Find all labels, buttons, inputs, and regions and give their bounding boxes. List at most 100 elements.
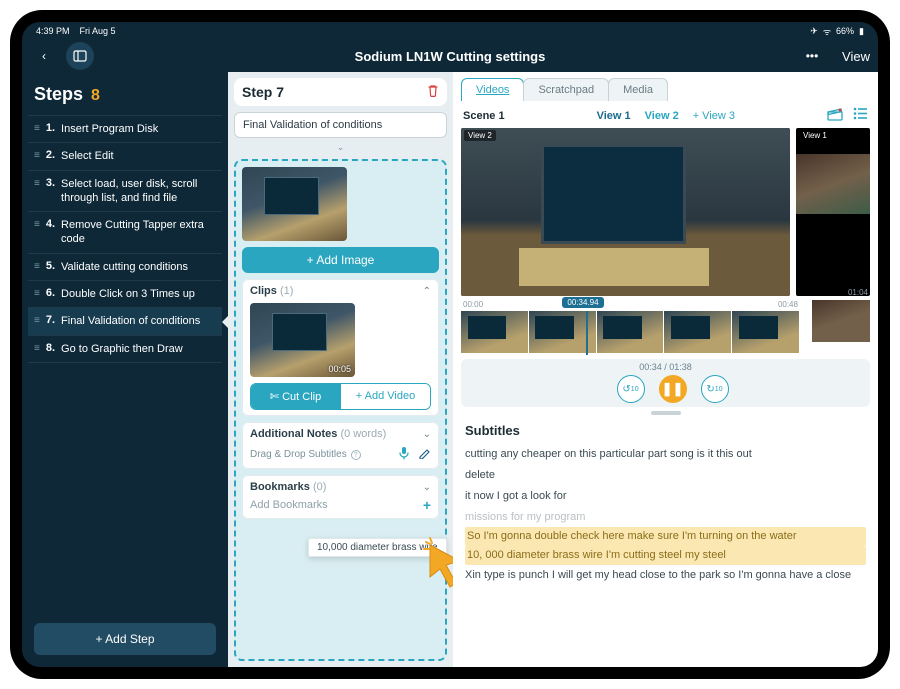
- tick-0: 00:00: [463, 300, 483, 309]
- panel-icon: [73, 49, 87, 63]
- view-1-tab[interactable]: View 1: [597, 110, 631, 122]
- notes-collapse-toggle[interactable]: ⌄: [423, 429, 431, 440]
- clip-thumb[interactable]: 00:05: [250, 303, 355, 377]
- timeline[interactable]: 00:00 00:16 00:48: [453, 296, 878, 353]
- clips-collapse-toggle[interactable]: ⌃: [423, 286, 431, 297]
- step-heading: Step 7: [242, 84, 284, 100]
- add-video-button[interactable]: + Add Video: [340, 384, 430, 409]
- sidebar-item-7[interactable]: ≡7.Final Validation of conditions: [28, 307, 222, 334]
- add-view-button[interactable]: + View 3: [693, 110, 735, 122]
- step-name-input[interactable]: Final Validation of conditions: [234, 112, 447, 138]
- back-button[interactable]: ‹: [30, 42, 58, 70]
- status-time: 4:39 PM: [36, 26, 70, 36]
- clapper-icon[interactable]: [827, 107, 843, 124]
- subtitle-line[interactable]: missions for my program: [465, 507, 866, 528]
- subtitle-line-highlighted[interactable]: So I'm gonna double check here make sure…: [465, 527, 866, 546]
- sidebar-item-5[interactable]: ≡5.Validate cutting conditions: [28, 253, 222, 280]
- drag-handle-icon[interactable]: ≡: [34, 178, 40, 189]
- notes-section: Additional Notes (0 words) ⌄ Drag & Drop…: [242, 422, 439, 469]
- forward-10-button[interactable]: ↻10: [701, 375, 729, 403]
- tab-scratchpad[interactable]: Scratchpad: [523, 78, 609, 101]
- clips-count: (1): [280, 285, 293, 297]
- scene-label: Scene 1: [463, 110, 505, 122]
- view-2-tab[interactable]: View 2: [645, 110, 679, 122]
- more-button[interactable]: •••: [798, 42, 826, 70]
- bookmarks-title: Bookmarks: [250, 481, 310, 493]
- drag-handle-icon[interactable]: ≡: [34, 315, 40, 326]
- trash-icon: [427, 84, 439, 97]
- drag-handle-icon[interactable]: ≡: [34, 219, 40, 230]
- sidebar: Steps 8 ≡1.Insert Program Disk ≡2.Select…: [22, 72, 228, 667]
- side-timeline-frame[interactable]: 01:04: [812, 300, 870, 342]
- side-video-player[interactable]: View 1: [796, 128, 870, 296]
- playback-controls: 00:34 / 01:38 ↺10 ❚❚ ↻10: [461, 359, 870, 407]
- drag-handle-icon[interactable]: ≡: [34, 261, 40, 272]
- scene-row: Scene 1 View 1 View 2 + View 3: [453, 101, 878, 128]
- screen: 4:39 PM Fri Aug 5 ✈ ᯤ 66% ▮ ‹ Sodium LN1…: [22, 22, 878, 667]
- tabs: Videos Scratchpad Media: [453, 72, 878, 101]
- cut-clip-button[interactable]: ✄ Cut Clip: [251, 384, 340, 409]
- mic-icon[interactable]: [398, 446, 410, 463]
- main-video-label: View 2: [464, 130, 496, 141]
- add-bookmark-button[interactable]: +: [423, 497, 431, 513]
- draw-icon[interactable]: [418, 446, 431, 463]
- drag-handle-icon[interactable]: ≡: [34, 123, 40, 134]
- bookmarks-collapse-toggle[interactable]: ⌄: [423, 482, 431, 493]
- subtitle-line[interactable]: Xin type is punch I will get my head clo…: [465, 565, 866, 586]
- drag-drop-subtitles-label: Drag & Drop Subtitles: [250, 449, 347, 460]
- playback-time: 00:34 / 01:38: [639, 362, 692, 372]
- notes-title: Additional Notes: [250, 428, 337, 440]
- status-date: Fri Aug 5: [80, 26, 116, 36]
- tab-videos[interactable]: Videos: [461, 78, 524, 101]
- subtitle-line[interactable]: cutting any cheaper on this particular p…: [465, 444, 866, 465]
- video-area: View 2 View 1: [453, 128, 878, 296]
- subtitle-line-highlighted[interactable]: 10, 000 diameter brass wire I'm cutting …: [465, 546, 866, 565]
- sidebar-item-3[interactable]: ≡3.Select load, user disk, scroll throug…: [28, 170, 222, 212]
- helpche data-interad: ?: [351, 450, 361, 460]
- add-step-button[interactable]: + Add Step: [34, 623, 216, 655]
- clips-section: Clips (1) ⌃ 00:05 ✄ Cut Clip + Add Video: [242, 279, 439, 416]
- drag-cursor-icon: [420, 537, 453, 597]
- sidebar-item-1[interactable]: ≡1.Insert Program Disk: [28, 115, 222, 142]
- sidebar-title: Steps: [34, 84, 83, 105]
- add-image-button[interactable]: + Add Image: [242, 247, 439, 273]
- notes-count: (0 words): [340, 428, 386, 440]
- right-panel: Videos Scratchpad Media Scene 1 View 1 V…: [453, 72, 878, 667]
- sidebar-item-6[interactable]: ≡6.Double Click on 3 Times up: [28, 280, 222, 307]
- side-video-label: View 1: [799, 130, 831, 141]
- pause-button[interactable]: ❚❚: [659, 375, 687, 403]
- tick-3: 00:48: [778, 300, 798, 309]
- step-image-thumb[interactable]: [242, 167, 347, 241]
- sidebar-item-8[interactable]: ≡8.Go to Graphic then Draw: [28, 335, 222, 362]
- subtitles-pane: Subtitles cutting any cheaper on this pa…: [453, 415, 878, 667]
- page-title: Sodium LN1W Cutting settings: [22, 49, 878, 64]
- add-bookmarks-label: Add Bookmarks: [250, 499, 328, 511]
- battery-pct: 66%: [836, 26, 854, 36]
- clip-duration: 00:05: [328, 364, 351, 374]
- sidebar-toggle-button[interactable]: [66, 42, 94, 70]
- airplay-icon: ✈: [810, 26, 818, 37]
- view-button[interactable]: View: [842, 49, 870, 64]
- rewind-10-button[interactable]: ↺10: [617, 375, 645, 403]
- main-video-player[interactable]: View 2: [461, 128, 790, 296]
- wifi-icon: ᯤ: [823, 25, 831, 38]
- sidebar-item-4[interactable]: ≡4.Remove Cutting Tapper extra code: [28, 211, 222, 253]
- list-icon[interactable]: [853, 107, 868, 124]
- drag-handle-icon[interactable]: ≡: [34, 150, 40, 161]
- status-bar: 4:39 PM Fri Aug 5 ✈ ᯤ 66% ▮: [22, 22, 878, 40]
- sidebar-count: 8: [91, 87, 100, 105]
- drag-handle-icon[interactable]: ≡: [34, 288, 40, 299]
- expand-toggle[interactable]: ⌄: [234, 142, 447, 153]
- bookmarks-section: Bookmarks (0) ⌄ Add Bookmarks +: [242, 475, 439, 519]
- tab-media[interactable]: Media: [608, 78, 668, 101]
- delete-step-button[interactable]: [427, 84, 439, 100]
- drag-handle-icon[interactable]: ≡: [34, 343, 40, 354]
- subtitle-line[interactable]: delete: [465, 465, 866, 486]
- subtitle-line[interactable]: it now I got a look for: [465, 486, 866, 507]
- media-drop-zone[interactable]: + Add Image Clips (1) ⌃ 00:05 ✄ Cut Clip: [234, 159, 447, 661]
- playhead-time: 00:34.94: [562, 297, 603, 308]
- navbar: ‹ Sodium LN1W Cutting settings ••• View: [22, 40, 878, 72]
- sidebar-item-2[interactable]: ≡2.Select Edit: [28, 142, 222, 169]
- bookmarks-count: (0): [313, 481, 326, 493]
- battery-icon: ▮: [859, 26, 864, 37]
